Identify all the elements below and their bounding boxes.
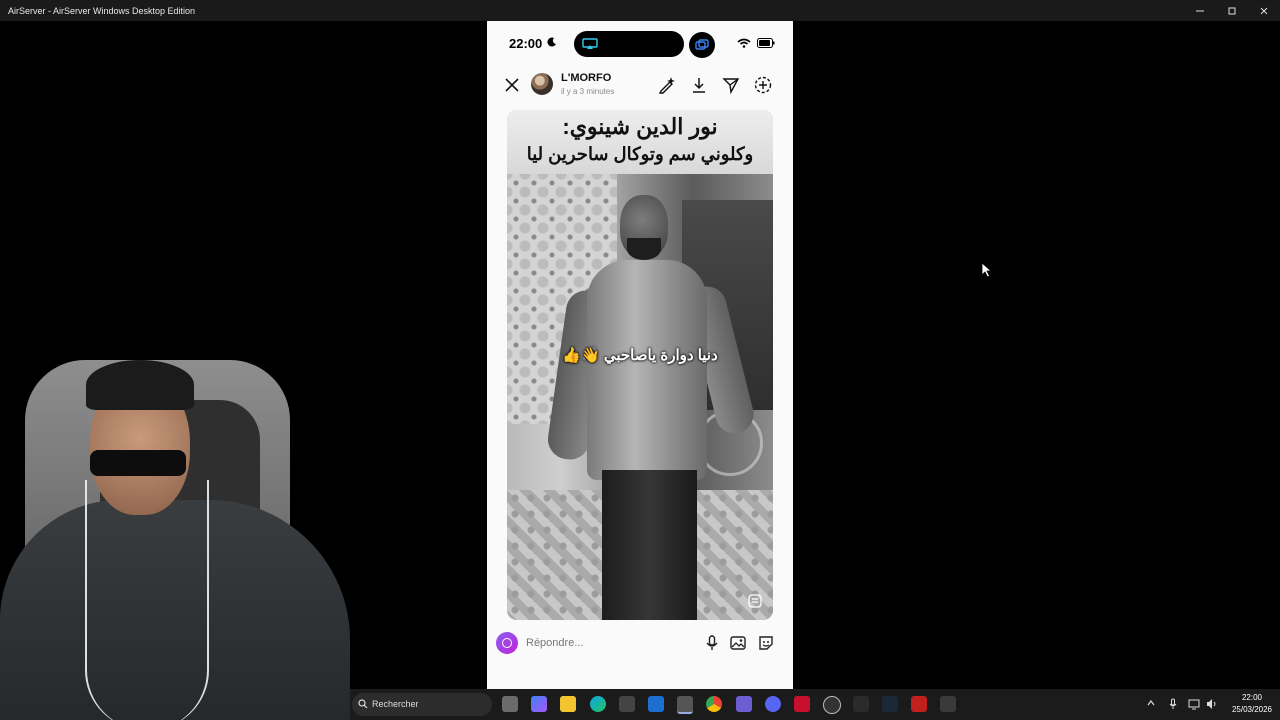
- camera-button[interactable]: [496, 632, 518, 654]
- game-launcher-icon[interactable]: [911, 696, 927, 712]
- airplay-icon: [582, 38, 598, 49]
- maximize-button[interactable]: [1216, 0, 1248, 21]
- avatar[interactable]: [531, 73, 553, 95]
- mouse-cursor-icon: [981, 262, 993, 278]
- caption-line-1: نور الدين شينوي:: [562, 114, 718, 139]
- obs-icon[interactable]: [823, 696, 841, 714]
- airserver-icon[interactable]: [677, 696, 693, 714]
- chrome-icon[interactable]: [706, 696, 722, 712]
- screen-mirroring-indicator: [689, 32, 715, 58]
- story-username[interactable]: L'MORFO: [561, 72, 611, 84]
- close-icon: [1260, 7, 1268, 14]
- sunglasses: [90, 450, 186, 476]
- file-explorer-icon[interactable]: [560, 696, 576, 712]
- edge-icon[interactable]: [590, 696, 606, 712]
- phone-screen: 22:00 L'MORFO il y a 3 minutes نور الدين…: [487, 21, 793, 689]
- screen-mirroring-icon: [695, 39, 709, 50]
- taskbar-time: 22:00: [1241, 693, 1263, 702]
- story-media[interactable]: نور الدين شينوي: وكلوني سم وتوكال ساحرين…: [507, 110, 773, 620]
- draw-icon[interactable]: [657, 75, 677, 95]
- battery-icon: [757, 38, 775, 48]
- network-icon[interactable]: [1188, 698, 1200, 710]
- microphone-icon[interactable]: [703, 634, 721, 652]
- microphone-tray-icon[interactable]: [1168, 698, 1178, 710]
- window-title: AirServer - AirServer Windows Desktop Ed…: [8, 5, 196, 16]
- outlook-icon[interactable]: [648, 696, 664, 712]
- person-pants: [602, 470, 697, 620]
- taskbar: Rechercher 22:00 25/03/2026: [350, 689, 1280, 720]
- streamer-hair: [86, 360, 194, 410]
- chevron-up-icon[interactable]: [1146, 698, 1156, 708]
- gallery-icon[interactable]: [729, 634, 747, 652]
- capture-icon[interactable]: [940, 696, 956, 712]
- game-icon[interactable]: [736, 696, 752, 712]
- story-header: L'MORFO il y a 3 minutes: [487, 65, 793, 105]
- caption-line-2: وكلوني سم وتوكال ساحرين ليا: [526, 144, 754, 164]
- store-icon[interactable]: [619, 696, 635, 712]
- reply-bar: Répondre...: [487, 623, 793, 663]
- taskbar-search[interactable]: Rechercher: [352, 693, 492, 716]
- caption-banner: نور الدين شينوي: وكلوني سم وتوكال ساحرين…: [507, 110, 773, 174]
- close-story-icon[interactable]: [503, 76, 521, 94]
- copilot-icon[interactable]: [531, 696, 547, 712]
- app-icon[interactable]: [853, 696, 869, 712]
- person-shirt: [587, 260, 707, 480]
- send-icon[interactable]: [721, 75, 741, 95]
- app-a-icon[interactable]: [794, 696, 810, 712]
- steam-icon[interactable]: [882, 696, 898, 712]
- window-titlebar: AirServer - AirServer Windows Desktop Ed…: [0, 0, 1280, 21]
- search-icon: [358, 699, 368, 709]
- add-icon[interactable]: [753, 75, 773, 95]
- wifi-icon: [737, 38, 751, 48]
- discord-icon[interactable]: [765, 696, 781, 712]
- volume-icon[interactable]: [1206, 698, 1218, 710]
- story-timeago: il y a 3 minutes: [561, 87, 615, 96]
- moon-icon: [547, 37, 556, 47]
- taskbar-date: 25/03/2026: [1231, 705, 1273, 714]
- status-time: 22:00: [509, 36, 543, 51]
- minimize-button[interactable]: [1184, 0, 1216, 21]
- dynamic-island: [574, 31, 684, 57]
- minimize-icon: [1196, 10, 1204, 11]
- search-label: Rechercher: [372, 699, 419, 709]
- sticker-icon[interactable]: [757, 634, 775, 652]
- taskbar-clock[interactable]: 22:00 25/03/2026: [1228, 692, 1276, 716]
- status-bar: 22:00: [487, 21, 793, 65]
- reel-icon[interactable]: [747, 593, 763, 609]
- reply-input[interactable]: Répondre...: [526, 637, 583, 649]
- task-view-icon[interactable]: [502, 696, 518, 712]
- maximize-icon: [1228, 7, 1236, 14]
- close-button[interactable]: [1248, 0, 1280, 21]
- story-overlay-text: دنيا دوارة ياصاحبي 👋👍: [562, 347, 718, 364]
- webcam-overlay: [0, 340, 350, 720]
- earphone-cable: [85, 480, 209, 720]
- person-beard: [627, 238, 661, 260]
- download-icon[interactable]: [689, 75, 709, 95]
